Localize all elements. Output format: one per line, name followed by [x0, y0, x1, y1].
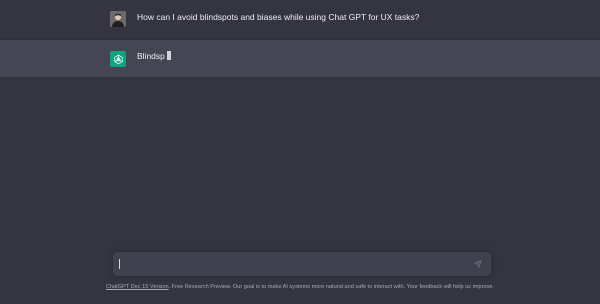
- assistant-message: Blindsp: [137, 51, 171, 61]
- assistant-message-text: Blindsp: [137, 51, 165, 61]
- message-composer[interactable]: [113, 252, 491, 276]
- openai-logo-icon: [110, 51, 126, 67]
- version-link[interactable]: ChatGPT Dec 15 Version: [106, 284, 169, 290]
- message-input[interactable]: [123, 256, 463, 272]
- user-avatar-icon: [110, 11, 126, 27]
- footer-text: . Free Research Preview. Our goal is to …: [168, 284, 495, 290]
- chat-page: How can I avoid blindspots and biases wh…: [0, 0, 600, 304]
- assistant-message-row: Blindsp: [0, 39, 600, 78]
- send-button[interactable]: [471, 257, 485, 271]
- typing-cursor: [166, 51, 171, 60]
- send-icon: [474, 260, 482, 268]
- footer-disclaimer: ChatGPT Dec 15 Version. Free Research Pr…: [0, 284, 600, 290]
- user-message-row: How can I avoid blindspots and biases wh…: [0, 0, 600, 39]
- user-message-text: How can I avoid blindspots and biases wh…: [137, 12, 420, 22]
- input-caret: [119, 259, 120, 269]
